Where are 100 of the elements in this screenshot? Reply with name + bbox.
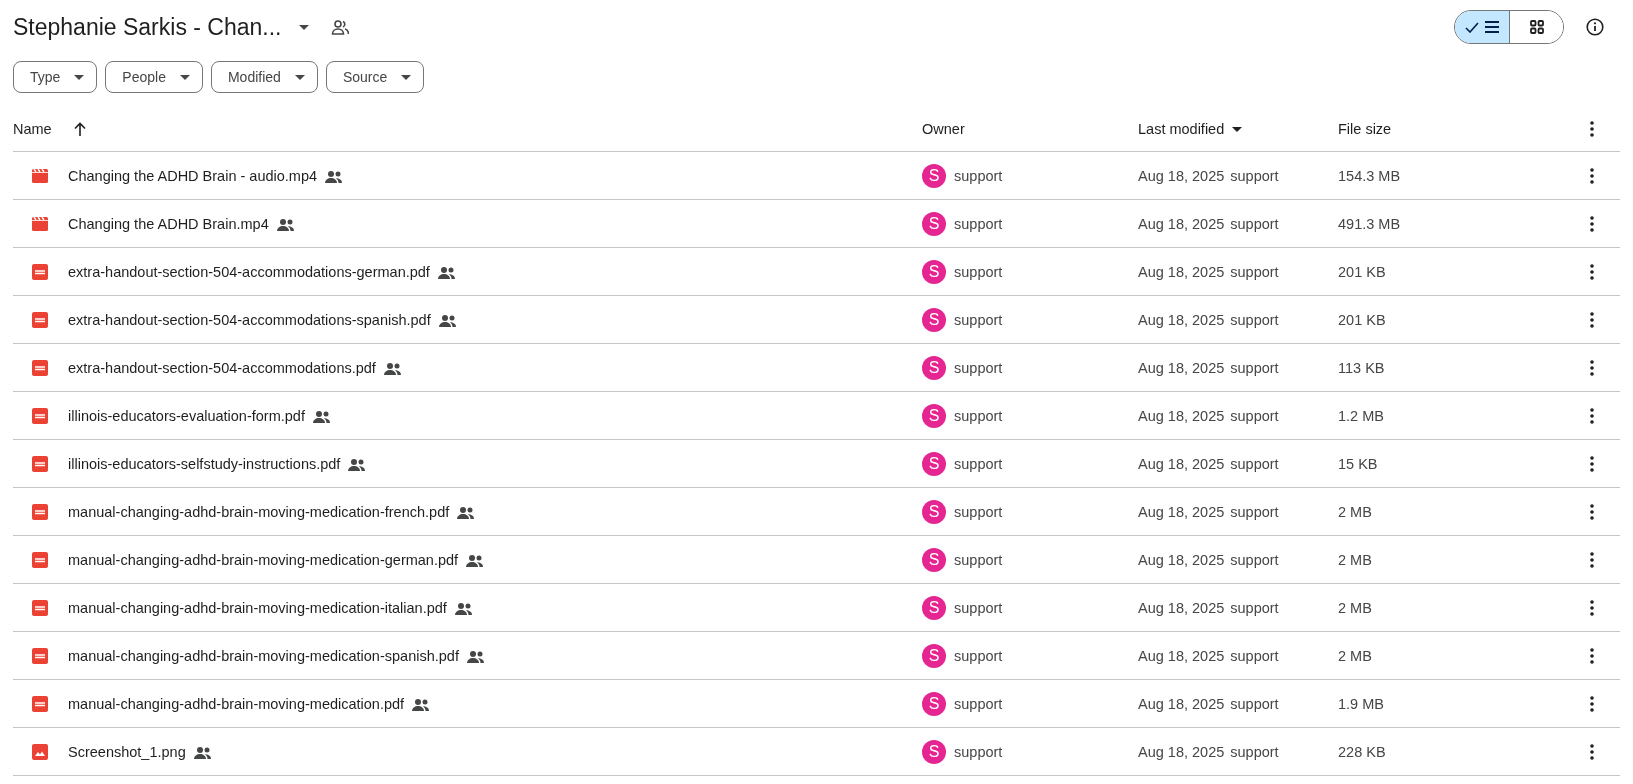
more-icon[interactable] — [1590, 215, 1594, 232]
owner-name: support — [954, 407, 1003, 424]
owner-avatar: S — [922, 403, 946, 428]
modified-date: Aug 18, 2025 — [1138, 743, 1225, 760]
modified-by: support — [1230, 167, 1279, 184]
modified-by: support — [1230, 695, 1279, 712]
file-name[interactable]: manual-changing-adhd-brain-moving-medication-italian.pdf — [68, 599, 447, 616]
arrow-up-icon[interactable] — [73, 122, 86, 136]
filter-dropdown[interactable]: Type — [13, 61, 98, 93]
file-name[interactable]: manual-changing-adhd-brain-moving-medication-german.pdf — [68, 551, 459, 568]
list-icon — [1485, 21, 1499, 33]
more-icon[interactable] — [1590, 551, 1594, 568]
filter-dropdown[interactable]: Modified — [210, 61, 318, 93]
owner-name: support — [954, 359, 1003, 376]
caret-icon — [179, 74, 190, 80]
pdf-file-icon — [32, 551, 48, 568]
pdf-file-icon — [32, 407, 48, 424]
file-name[interactable]: manual-changing-adhd-brain-moving-medication-french.pdf — [68, 503, 450, 520]
pdf-file-icon — [32, 503, 48, 520]
grid-view-button[interactable] — [1509, 11, 1563, 43]
more-icon[interactable] — [1590, 359, 1594, 376]
modified-date: Aug 18, 2025 — [1138, 647, 1225, 664]
more-icon[interactable] — [1590, 647, 1594, 664]
owner-avatar: S — [922, 643, 946, 668]
owner-name: support — [954, 215, 1003, 232]
modified-by: support — [1230, 359, 1279, 376]
pdf-file-icon — [32, 647, 48, 664]
modified-date: Aug 18, 2025 — [1138, 263, 1225, 280]
image-file-icon — [32, 743, 48, 760]
modified-date: Aug 18, 2025 — [1138, 599, 1225, 616]
owner-name: support — [954, 695, 1003, 712]
modified-by: support — [1230, 743, 1279, 760]
more-icon[interactable] — [1590, 743, 1594, 760]
file-name[interactable]: extra-handout-section-504-accommodations.pdf — [68, 359, 376, 376]
list-view-button[interactable] — [1455, 11, 1509, 43]
file-size: 15 KB — [1338, 455, 1378, 472]
owner-avatar: S — [922, 259, 946, 284]
modified-by: support — [1230, 599, 1279, 616]
modified-by: support — [1230, 503, 1279, 520]
owner-avatar: S — [922, 499, 946, 524]
more-icon[interactable] — [1590, 407, 1594, 424]
owner-name: support — [954, 455, 1003, 472]
more-icon[interactable] — [1590, 695, 1594, 712]
modified-date: Aug 18, 2025 — [1138, 311, 1225, 328]
column-header[interactable]: Owner — [922, 121, 965, 137]
people-icon[interactable] — [331, 19, 350, 35]
owner-name: support — [954, 167, 1003, 184]
owner-avatar: S — [922, 691, 946, 716]
file-size: 491.3 MB — [1338, 215, 1401, 232]
modified-date: Aug 18, 2025 — [1138, 455, 1225, 472]
column-header[interactable]: Name — [13, 121, 52, 137]
more-icon[interactable] — [1590, 121, 1594, 137]
file-size: 1.2 MB — [1338, 407, 1384, 424]
file-name[interactable]: Changing the ADHD Brain.mp4 — [68, 215, 269, 232]
file-name[interactable]: illinois-educators-selfstudy-instructions.pdf — [68, 455, 341, 472]
file-name[interactable]: extra-handout-section-504-accommodations-german.pdf — [68, 263, 430, 280]
owner-avatar: S — [922, 355, 946, 380]
more-icon[interactable] — [1590, 503, 1594, 520]
more-icon[interactable] — [1590, 455, 1594, 472]
modified-by: support — [1230, 407, 1279, 424]
file-size: 2 MB — [1338, 503, 1372, 520]
file-size: 228 KB — [1338, 743, 1386, 760]
file-name[interactable]: Screenshot_1.png — [68, 743, 186, 760]
more-icon[interactable] — [1590, 263, 1594, 280]
file-size: 201 KB — [1338, 263, 1386, 280]
view-toggle[interactable] — [1454, 10, 1564, 44]
file-name[interactable]: manual-changing-adhd-brain-moving-medication-spanish.pdf — [68, 647, 459, 664]
check-icon — [1465, 21, 1479, 33]
owner-avatar: S — [922, 451, 946, 476]
filter-dropdown[interactable]: People — [105, 61, 203, 93]
modified-by: support — [1230, 263, 1279, 280]
file-name[interactable]: extra-handout-section-504-accommodations-spanish.pdf — [68, 311, 431, 328]
owner-name: support — [954, 503, 1003, 520]
caret-icon — [294, 74, 305, 80]
more-icon[interactable] — [1590, 311, 1594, 328]
column-header[interactable]: Last modified — [1138, 121, 1243, 137]
filter-dropdown[interactable]: Source — [325, 61, 425, 93]
more-icon[interactable] — [1590, 167, 1594, 184]
file-size: 2 MB — [1338, 599, 1372, 616]
modified-by: support — [1230, 455, 1279, 472]
file-name[interactable]: illinois-educators-evaluation-form.pdf — [68, 407, 305, 424]
file-name[interactable]: Changing the ADHD Brain - audio.mp4 — [68, 167, 318, 184]
pdf-file-icon — [32, 695, 48, 712]
owner-name: support — [954, 599, 1003, 616]
modified-date: Aug 18, 2025 — [1138, 407, 1225, 424]
modified-date: Aug 18, 2025 — [1138, 167, 1225, 184]
file-name[interactable]: manual-changing-adhd-brain-moving-medication.pdf — [68, 695, 405, 712]
info-icon[interactable] — [1586, 18, 1604, 36]
pdf-file-icon — [32, 311, 48, 328]
file-size: 154.3 MB — [1338, 167, 1401, 184]
column-header[interactable]: File size — [1338, 121, 1392, 137]
modified-by: support — [1230, 551, 1279, 568]
caret-icon — [74, 74, 85, 80]
pdf-file-icon — [32, 599, 48, 616]
modified-date: Aug 18, 2025 — [1138, 551, 1225, 568]
owner-name: support — [954, 311, 1003, 328]
folder-title-button[interactable]: Stephanie Sarkis - Chan... — [13, 13, 310, 41]
owner-name: support — [954, 551, 1003, 568]
more-icon[interactable] — [1590, 599, 1594, 616]
owner-avatar: S — [922, 739, 946, 764]
